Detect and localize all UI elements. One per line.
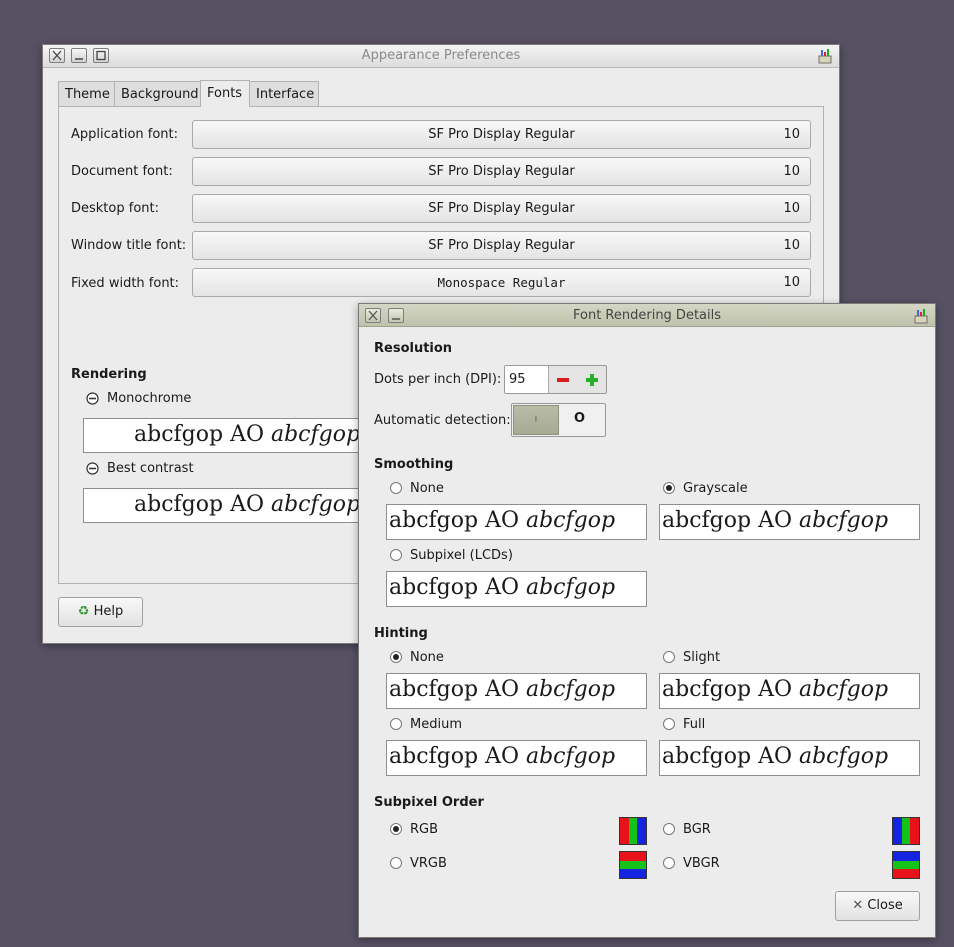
rendering-option-best-contrast-icon[interactable] bbox=[86, 462, 99, 475]
switch-on-text: I bbox=[534, 415, 538, 425]
dpi-input[interactable]: 95 bbox=[505, 366, 549, 393]
desktop-font-button[interactable]: SF Pro Display Regular 10 bbox=[192, 194, 811, 223]
monochrome-sample: abcfgop AO abcfgop bbox=[83, 418, 373, 453]
tab-label: Theme bbox=[65, 87, 110, 102]
dialog-titlebar[interactable]: Font Rendering Details bbox=[359, 304, 935, 327]
sample-italic: abcfgop bbox=[270, 422, 361, 447]
app-menu-icon[interactable] bbox=[817, 48, 833, 64]
switch-off-text: O bbox=[574, 411, 586, 426]
dialog-title: Font Rendering Details bbox=[572, 308, 722, 323]
sample-italic: abcfgop bbox=[270, 492, 361, 517]
increase-icon[interactable] bbox=[584, 372, 600, 388]
switch-on-side: I bbox=[513, 405, 559, 435]
monochrome-label[interactable]: Monochrome bbox=[107, 391, 191, 406]
application-font-button[interactable]: SF Pro Display Regular 10 bbox=[192, 120, 811, 149]
help-button[interactable]: ♻ Help bbox=[58, 597, 143, 627]
application-font-label: Application font: bbox=[71, 127, 179, 142]
tab-interface[interactable]: Interface bbox=[249, 81, 319, 106]
font-size: 10 bbox=[783, 164, 800, 179]
font-size: 10 bbox=[783, 127, 800, 142]
desktop-font-label: Desktop font: bbox=[71, 201, 159, 216]
tab-label: Background bbox=[121, 87, 199, 102]
app-menu-icon[interactable] bbox=[913, 308, 929, 324]
font-size: 10 bbox=[783, 238, 800, 253]
sample-text: abcfgop AO bbox=[134, 492, 271, 517]
close-icon: ✕ bbox=[852, 898, 864, 913]
tab-label: Interface bbox=[256, 87, 315, 102]
close-button[interactable]: ✕ Close bbox=[835, 891, 920, 921]
font-name: Monospace Regular bbox=[437, 275, 566, 290]
fixed-width-font-button[interactable]: Monospace Regular 10 bbox=[192, 268, 811, 297]
help-label: Help bbox=[93, 604, 124, 619]
close-label: Close bbox=[867, 898, 903, 913]
document-font-label: Document font: bbox=[71, 164, 173, 179]
auto-detection-switch[interactable]: I O bbox=[511, 403, 606, 437]
window-title: Appearance Preferences bbox=[361, 48, 521, 63]
fixed-width-font-label: Fixed width font: bbox=[71, 276, 180, 291]
decrease-icon[interactable] bbox=[555, 372, 571, 388]
main-titlebar[interactable]: Appearance Preferences bbox=[43, 45, 839, 68]
document-font-button[interactable]: SF Pro Display Regular 10 bbox=[192, 157, 811, 186]
font-rendering-details-dialog: Font Rendering Details bbox=[358, 303, 936, 938]
tab-label: Fonts bbox=[207, 86, 243, 101]
font-name: SF Pro Display Regular bbox=[428, 127, 575, 142]
best-contrast-label[interactable]: Best contrast bbox=[107, 461, 194, 476]
tab-background[interactable]: Background bbox=[114, 81, 201, 106]
dpi-spinbutton: 95 bbox=[504, 365, 607, 394]
window-title-font-label: Window title font: bbox=[71, 238, 187, 253]
font-name: SF Pro Display Regular bbox=[428, 238, 575, 253]
help-icon: ♻ bbox=[77, 604, 90, 619]
tab-theme[interactable]: Theme bbox=[58, 81, 115, 106]
tab-fonts[interactable]: Fonts bbox=[200, 80, 250, 107]
font-name: SF Pro Display Regular bbox=[428, 164, 575, 179]
best-contrast-sample: abcfgop AO abcfgop bbox=[83, 488, 373, 523]
rendering-heading: Rendering bbox=[71, 367, 147, 382]
window-title-font-button[interactable]: SF Pro Display Regular 10 bbox=[192, 231, 811, 260]
rendering-option-monochrome-icon[interactable] bbox=[86, 392, 99, 405]
font-size: 10 bbox=[783, 201, 800, 216]
sample-text: abcfgop AO bbox=[134, 422, 271, 447]
font-name: SF Pro Display Regular bbox=[428, 201, 575, 216]
font-size: 10 bbox=[783, 275, 800, 290]
